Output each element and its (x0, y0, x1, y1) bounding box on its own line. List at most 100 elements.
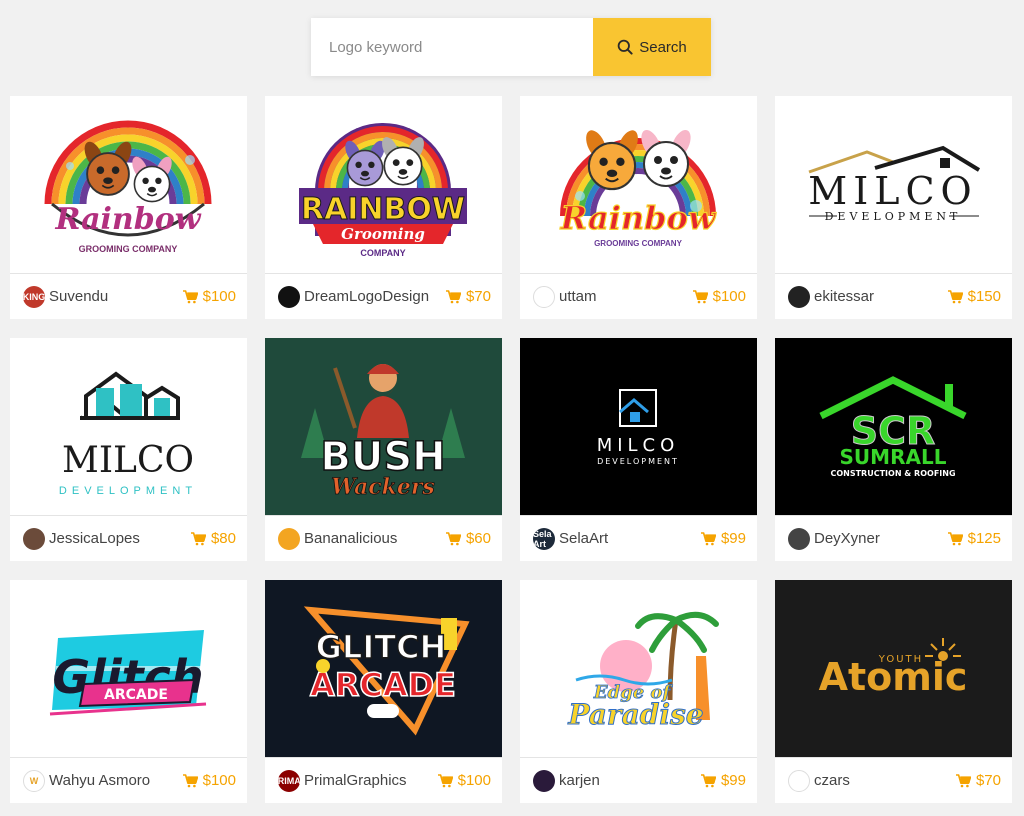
price-value: $70 (465, 288, 491, 305)
designer[interactable]: DeyXyner (788, 527, 880, 550)
logo-keyword-input[interactable] (311, 18, 593, 76)
logo-thumbnail[interactable]: MILCO DEVELOPMENT (10, 338, 247, 516)
logo-thumbnail[interactable]: Rainbow GROOMING COMPANY (10, 96, 247, 274)
logo-card[interactable]: RAINBOW Grooming COMPANY DreamLogoDesign… (265, 96, 502, 319)
logo-card[interactable]: Glitch ARCADE W Wahyu Asmoro $100 (10, 580, 247, 803)
logo-thumbnail[interactable]: Glitch ARCADE (10, 580, 247, 758)
logo-thumbnail[interactable]: Edge of Paradise (520, 580, 757, 758)
logo-sub-text: DEVELOPMENT (597, 457, 679, 466)
search-button[interactable]: Search (593, 18, 711, 76)
price[interactable]: $100 (182, 772, 236, 789)
designer[interactable]: DreamLogoDesign (278, 285, 429, 308)
price[interactable]: $100 (437, 772, 491, 789)
logo-card[interactable]: GLITCH ARCADE PRIMAL PrimalGraphics $100 (265, 580, 502, 803)
card-footer: JessicaLopes $80 (10, 516, 247, 561)
designer-name[interactable]: JessicaLopes (49, 530, 140, 547)
logo-card[interactable]: MILCO DEVELOPMENT ekitessar $150 (775, 96, 1012, 319)
designer-name[interactable]: DeyXyner (814, 530, 880, 547)
designer[interactable]: uttam (533, 285, 597, 308)
logo-thumbnail[interactable]: YOUTH Atomic (775, 580, 1012, 758)
designer-name[interactable]: Suvendu (49, 288, 108, 305)
logo-thumbnail[interactable]: GLITCH ARCADE (265, 580, 502, 758)
avatar: KING (23, 285, 45, 308)
logo-sub-text: GROOMING COMPANY (594, 239, 683, 248)
logo-card[interactable]: Edge of Paradise karjen $99 (520, 580, 757, 803)
logo-card[interactable]: YOUTH Atomic czars $70 (775, 580, 1012, 803)
logo-thumbnail[interactable]: RAINBOW Grooming COMPANY (265, 96, 502, 274)
logo-artwork: RAINBOW Grooming COMPANY (299, 122, 467, 258)
avatar: Sela Art (533, 527, 555, 550)
logo-thumbnail[interactable]: BUSH Wackers (265, 338, 502, 516)
logo-sub-text: ARCADE (310, 666, 456, 704)
designer-name[interactable]: DreamLogoDesign (304, 288, 429, 305)
designer[interactable]: KING Suvendu (23, 285, 108, 308)
logo-card[interactable]: Rainbow GROOMING COMPANY uttam $100 (520, 96, 757, 319)
price-value: $150 (967, 288, 1001, 305)
price[interactable]: $80 (190, 530, 236, 547)
logo-card[interactable]: MILCO DEVELOPMENT JessicaLopes $80 (10, 338, 247, 561)
designer[interactable]: JessicaLopes (23, 527, 140, 550)
logo-thumbnail[interactable]: MILCO DEVELOPMENT (520, 338, 757, 516)
price[interactable]: $70 (955, 772, 1001, 789)
logo-artwork: Rainbow GROOMING COMPANY (44, 120, 212, 254)
designer[interactable]: PRIMAL PrimalGraphics (278, 769, 407, 792)
designer[interactable]: Sela Art SelaArt (533, 527, 608, 550)
designer-name[interactable]: karjen (559, 772, 600, 789)
logo-card[interactable]: BUSH Wackers Bananalicious $60 (265, 338, 502, 561)
designer-name[interactable]: Bananalicious (304, 530, 397, 547)
logo-thumbnail[interactable]: SCR SUMRALL CONSTRUCTION & ROOFING (775, 338, 1012, 516)
designer-name[interactable]: ekitessar (814, 288, 874, 305)
logo-thumbnail[interactable]: Rainbow GROOMING COMPANY (520, 96, 757, 274)
cart-icon (700, 531, 716, 545)
search-icon (617, 39, 633, 55)
designer-name[interactable]: czars (814, 772, 850, 789)
designer-name[interactable]: Wahyu Asmoro (49, 772, 150, 789)
logo-sub-text: COMPANY (360, 248, 405, 258)
price[interactable]: $99 (700, 530, 746, 547)
price-value: $100 (202, 772, 236, 789)
logo-title-text: Rainbow (54, 202, 201, 237)
logo-sub-text: Wackers (331, 474, 435, 500)
card-footer: karjen $99 (520, 758, 757, 803)
card-footer: DeyXyner $125 (775, 516, 1012, 561)
cart-icon (947, 289, 963, 303)
avatar (788, 769, 810, 792)
designer-name[interactable]: uttam (559, 288, 597, 305)
logo-sub-text: GROOMING COMPANY (79, 244, 178, 254)
designer[interactable]: W Wahyu Asmoro (23, 769, 150, 792)
price[interactable]: $99 (700, 772, 746, 789)
avatar (23, 527, 45, 550)
designer[interactable]: Bananalicious (278, 527, 397, 550)
search-button-label: Search (639, 38, 687, 56)
logo-card[interactable]: SCR SUMRALL CONSTRUCTION & ROOFING DeyXy… (775, 338, 1012, 561)
price[interactable]: $125 (947, 530, 1001, 547)
logo-card[interactable]: MILCO DEVELOPMENT Sela Art SelaArt $99 (520, 338, 757, 561)
logo-thumbnail[interactable]: MILCO DEVELOPMENT (775, 96, 1012, 274)
cart-icon (947, 531, 963, 545)
price-value: $100 (712, 288, 746, 305)
avatar: PRIMAL (278, 769, 300, 792)
price[interactable]: $150 (947, 288, 1001, 305)
logo-title-text: SUMRALL (840, 445, 947, 469)
price[interactable]: $70 (445, 288, 491, 305)
card-footer: ekitessar $150 (775, 274, 1012, 319)
logo-artwork: GLITCH ARCADE (303, 605, 470, 735)
designer[interactable]: ekitessar (788, 285, 874, 308)
logo-sub-text: CONSTRUCTION & ROOFING (830, 469, 955, 478)
logo-grid: Rainbow GROOMING COMPANY KING Suvendu $1… (10, 96, 1013, 803)
price-value: $100 (202, 288, 236, 305)
logo-title-text: GLITCH (316, 628, 447, 666)
card-footer: PRIMAL PrimalGraphics $100 (265, 758, 502, 803)
price-value: $99 (720, 772, 746, 789)
designer-name[interactable]: SelaArt (559, 530, 608, 547)
designer[interactable]: karjen (533, 769, 600, 792)
price[interactable]: $60 (445, 530, 491, 547)
price[interactable]: $100 (182, 288, 236, 305)
avatar (278, 285, 300, 308)
logo-card[interactable]: Rainbow GROOMING COMPANY KING Suvendu $1… (10, 96, 247, 319)
price-value: $99 (720, 530, 746, 547)
logo-artwork: BUSH Wackers (301, 363, 465, 500)
designer-name[interactable]: PrimalGraphics (304, 772, 407, 789)
designer[interactable]: czars (788, 769, 850, 792)
price[interactable]: $100 (692, 288, 746, 305)
